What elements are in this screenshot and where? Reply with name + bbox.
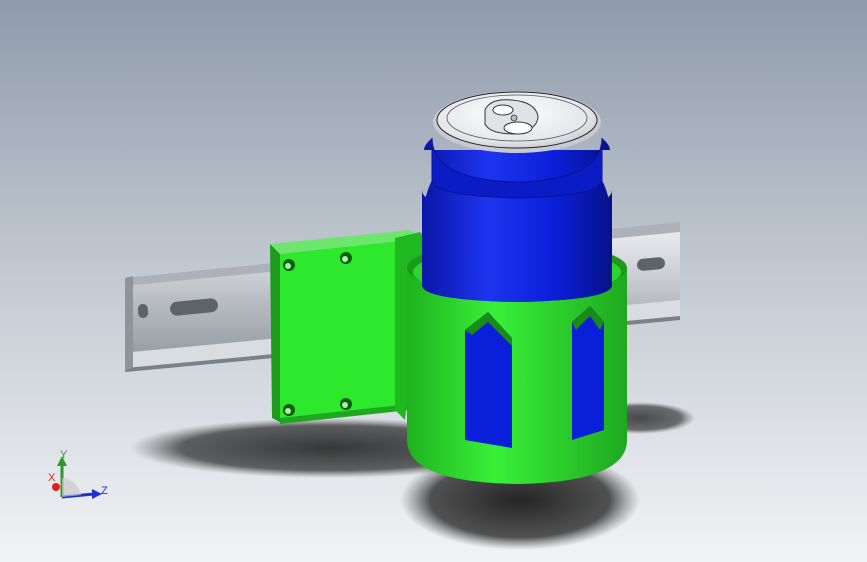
bracket-mounting-plate[interactable] bbox=[270, 230, 430, 424]
x-axis-label: X bbox=[48, 472, 56, 484]
x-axis-dot bbox=[52, 483, 60, 491]
beverage-can[interactable] bbox=[422, 91, 612, 302]
model-scene[interactable]: Y X Z bbox=[0, 0, 867, 562]
y-axis-label: Y bbox=[60, 449, 68, 461]
z-axis-label: Z bbox=[101, 485, 108, 497]
graphics-viewport[interactable]: Y X Z bbox=[0, 0, 867, 562]
